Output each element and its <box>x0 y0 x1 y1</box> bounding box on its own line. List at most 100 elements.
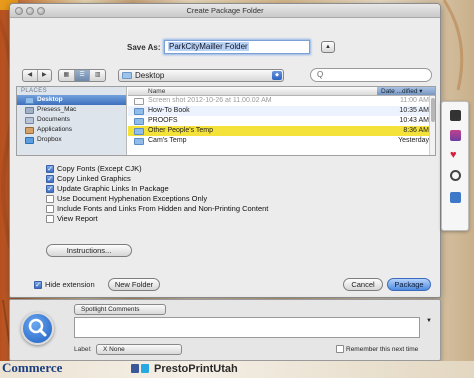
file-row-selected[interactable]: Other People's Temp 8:36 AM <box>128 126 435 136</box>
location-value: Desktop <box>135 71 165 80</box>
remember-option[interactable]: Remember this next time <box>336 345 418 354</box>
comments-textarea[interactable] <box>74 317 420 338</box>
option-label: View Report <box>57 214 98 223</box>
option-view-report[interactable]: View Report <box>46 214 346 224</box>
file-date: 8:36 AM <box>403 127 429 134</box>
sidebar-item-dropbox[interactable]: Dropbox <box>17 135 126 145</box>
icon-view-icon[interactable]: ▦ <box>59 70 75 81</box>
forward-arrow-icon[interactable]: ▶ <box>38 70 52 81</box>
file-date: Yesterday <box>398 137 429 144</box>
save-as-field[interactable]: ParkCityMailler Folder <box>164 40 310 54</box>
option-hyphenation-exceptions[interactable]: Use Document Hyphenation Exceptions Only <box>46 194 346 204</box>
column-view-icon[interactable]: ▥ <box>90 70 105 81</box>
heart-icon[interactable]: ♥ <box>450 150 461 161</box>
option-label: Copy Linked Graphics <box>57 174 131 183</box>
disclosure-triangle-icon: ▲ <box>325 44 331 50</box>
sidebar-item-desktop[interactable]: Desktop <box>17 95 126 105</box>
sidebar-item-applications[interactable]: Applications <box>17 125 126 135</box>
checkbox-unchecked[interactable] <box>46 215 54 223</box>
remember-label: Remember this next time <box>346 346 419 353</box>
file-list-header: Name Date ...dified ▾ <box>128 87 435 96</box>
checkbox-checked[interactable]: ✓ <box>34 281 42 289</box>
checkbox-checked[interactable]: ✓ <box>46 175 54 183</box>
popup-arrows-icon: ◆ <box>272 71 282 80</box>
close-window-icon[interactable] <box>15 7 23 15</box>
new-folder-button[interactable]: New Folder <box>108 278 160 291</box>
sidebar: PLACES Desktop Presess_Mac Documents App… <box>17 87 127 155</box>
file-icon[interactable] <box>450 110 461 121</box>
search-input[interactable]: Q <box>310 68 432 82</box>
file-row[interactable]: PROOFS 10:43 AM <box>128 116 435 126</box>
hide-extension-option[interactable]: ✓ Hide extension <box>34 280 95 290</box>
home-icon <box>25 107 34 114</box>
folder-icon <box>134 118 144 125</box>
back-arrow-icon[interactable]: ◀ <box>23 70 38 81</box>
file-date: 10:43 AM <box>399 117 429 124</box>
expand-dialog-button[interactable]: ▲ <box>321 41 335 53</box>
location-popup[interactable]: Desktop ◆ <box>118 69 284 82</box>
drive-icon[interactable] <box>450 192 461 203</box>
minimize-window-icon[interactable] <box>26 7 34 15</box>
file-browser: PLACES Desktop Presess_Mac Documents App… <box>16 86 436 156</box>
facebook-icon <box>131 364 139 373</box>
option-copy-linked-graphics[interactable]: ✓ Copy Linked Graphics <box>46 174 346 184</box>
sidebar-item-documents[interactable]: Documents <box>17 115 126 125</box>
documents-icon <box>25 117 34 124</box>
option-include-hidden-content[interactable]: Include Fonts and Links From Hidden and … <box>46 204 346 214</box>
option-label: Include Fonts and Links From Hidden and … <box>57 204 269 213</box>
background-commerce-text: Commerce <box>2 360 63 375</box>
monitor-icon[interactable] <box>450 130 461 141</box>
checkbox-unchecked[interactable] <box>46 205 54 213</box>
file-name: Other People's Temp <box>148 127 214 134</box>
list-view-icon[interactable]: ☰ <box>74 70 91 81</box>
magnifier-icon <box>28 318 47 337</box>
package-button[interactable]: Package <box>387 278 431 291</box>
file-name: PROOFS <box>148 117 178 124</box>
option-copy-fonts[interactable]: ✓ Copy Fonts (Except CJK) <box>46 164 346 174</box>
sidebar-item-label: Applications <box>37 126 73 133</box>
label-popup[interactable]: X None <box>96 344 182 355</box>
spotlight-comments-panel: Spotlight Comments ▼ Label: X None Remem… <box>9 299 441 361</box>
date-column-header[interactable]: Date ...dified ▾ <box>377 87 435 95</box>
file-row[interactable]: How-To Book 10:35 AM <box>128 106 435 116</box>
label-value: X None <box>103 346 125 353</box>
cancel-button[interactable]: Cancel <box>343 278 383 291</box>
desktop-icon <box>25 97 34 104</box>
hide-extension-label: Hide extension <box>45 280 95 289</box>
chevron-down-icon[interactable]: ▼ <box>426 318 432 324</box>
save-as-label: Save As: <box>127 43 161 52</box>
sidebar-item-label: Dropbox <box>37 136 62 143</box>
folder-icon <box>134 138 144 145</box>
name-column-header[interactable]: Name <box>148 87 165 96</box>
sidebar-item-home[interactable]: Presess_Mac <box>17 105 126 115</box>
document-icon <box>134 98 144 105</box>
sidebar-item-label: Documents <box>37 116 70 123</box>
file-row[interactable]: Cam's Temp Yesterday <box>128 136 435 146</box>
spotlight-comments-popup[interactable]: Spotlight Comments <box>74 304 166 315</box>
spotlight-icon <box>21 312 54 345</box>
scrollbar-thumb[interactable] <box>431 98 435 122</box>
option-update-graphic-links[interactable]: ✓ Update Graphic Links In Package <box>46 184 346 194</box>
file-name: Cam's Temp <box>148 137 187 144</box>
clock-icon[interactable] <box>450 170 461 181</box>
checkbox-checked[interactable]: ✓ <box>46 165 54 173</box>
checkbox-unchecked[interactable] <box>336 345 344 353</box>
checkbox-unchecked[interactable] <box>46 195 54 203</box>
folder-icon <box>134 108 144 115</box>
checkbox-checked[interactable]: ✓ <box>46 185 54 193</box>
create-package-dialog: Create Package Folder Save As: ParkCityM… <box>9 3 441 298</box>
zoom-window-icon[interactable] <box>37 7 45 15</box>
sidebar-section-heading: PLACES <box>21 88 48 94</box>
file-row[interactable]: Screen shot 2012-10-26 at 11.00.02 AM 11:… <box>128 96 435 106</box>
search-value: Q <box>317 70 324 79</box>
file-date: 10:35 AM <box>399 107 429 114</box>
folder-icon <box>134 128 144 135</box>
instructions-button[interactable]: Instructions... <box>46 244 132 257</box>
file-list-scrollbar[interactable] <box>429 96 435 155</box>
file-list: Name Date ...dified ▾ Screen shot 2012-1… <box>128 87 435 155</box>
applications-icon <box>25 127 34 134</box>
dropbox-icon <box>25 137 34 144</box>
side-dock: ♥ <box>441 101 469 231</box>
dialog-footer: ✓ Hide extension New Folder Cancel Packag… <box>10 276 440 292</box>
sidebar-item-label: Desktop <box>37 96 63 103</box>
